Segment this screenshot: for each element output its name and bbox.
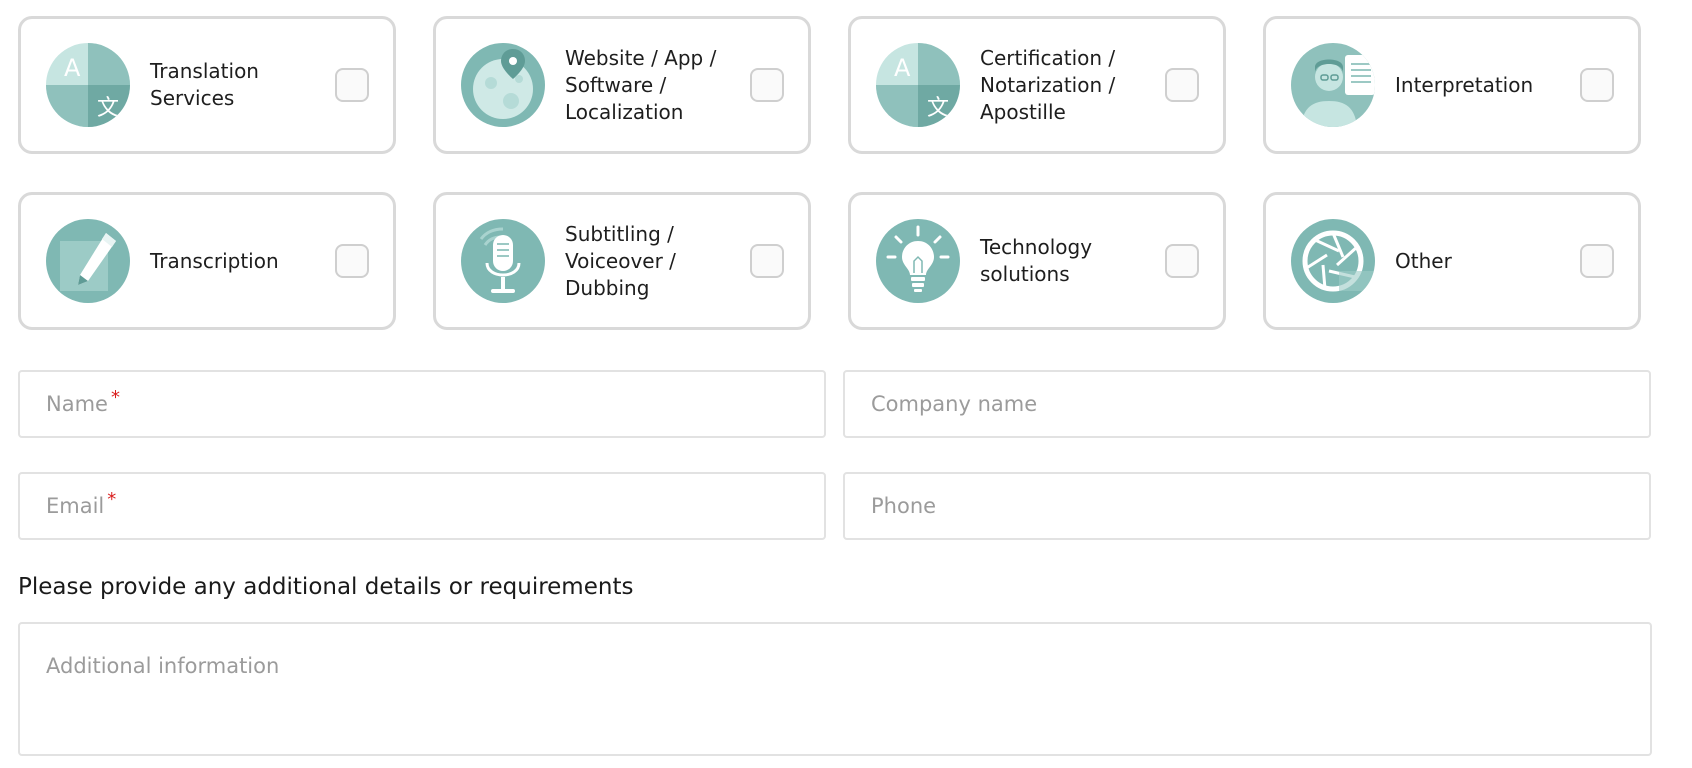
name-placeholder: Name — [46, 392, 108, 416]
interpreter-icon — [1291, 43, 1375, 127]
email-placeholder: Email — [46, 494, 105, 518]
service-card-certification[interactable]: A 文 Certification / Notarization / Apost… — [848, 16, 1226, 154]
svg-text:A: A — [64, 54, 81, 82]
service-card-subtitling[interactable]: Subtitling / Voiceover / Dubbing — [433, 192, 811, 330]
service-checkbox-subtitling[interactable] — [750, 244, 784, 278]
name-field[interactable]: Name * — [18, 370, 826, 438]
service-card-transcription[interactable]: Transcription — [18, 192, 396, 330]
email-field[interactable]: Email * — [18, 472, 826, 540]
service-checkbox-other[interactable] — [1580, 244, 1614, 278]
service-card-translation[interactable]: A 文 Translation Services — [18, 16, 396, 154]
service-checkbox-localization[interactable] — [750, 68, 784, 102]
service-label: Website / App / Software / Localization — [565, 45, 717, 124]
certification-icon: A 文 — [876, 43, 960, 127]
service-card-interpretation[interactable]: Interpretation — [1263, 16, 1641, 154]
service-checkbox-transcription[interactable] — [335, 244, 369, 278]
aperture-icon — [1291, 219, 1375, 303]
pen-icon — [46, 219, 130, 303]
service-checkbox-translation[interactable] — [335, 68, 369, 102]
service-checkbox-interpretation[interactable] — [1580, 68, 1614, 102]
service-card-technology[interactable]: Technology solutions — [848, 192, 1226, 330]
phone-field[interactable]: Phone — [843, 472, 1651, 540]
service-card-localization[interactable]: Website / App / Software / Localization — [433, 16, 811, 154]
service-checkbox-technology[interactable] — [1165, 244, 1199, 278]
service-label: Other — [1395, 248, 1452, 273]
quote-request-form: A 文 Translation Services Website / App /… — [0, 0, 1692, 768]
service-card-other[interactable]: Other — [1263, 192, 1641, 330]
svg-text:文: 文 — [97, 96, 119, 121]
microphone-icon — [461, 219, 545, 303]
service-label: Transcription — [150, 248, 279, 273]
service-checkbox-certification[interactable] — [1165, 68, 1199, 102]
service-label: Technology solutions — [980, 235, 1093, 286]
phone-placeholder: Phone — [871, 494, 937, 518]
required-mark: * — [107, 488, 117, 510]
required-mark: * — [110, 386, 120, 408]
globe-pin-icon — [461, 43, 545, 127]
service-options: A 文 Translation Services Website / App /… — [18, 16, 1641, 330]
lightbulb-icon — [876, 219, 960, 303]
service-label: Interpretation — [1395, 72, 1534, 97]
service-label: Certification / Notarization / Apostille — [980, 45, 1116, 124]
service-label: Translation Services — [150, 59, 259, 110]
company-name-placeholder: Company name — [871, 392, 1038, 416]
svg-text:A: A — [894, 54, 911, 82]
svg-text:文: 文 — [927, 96, 949, 121]
details-label: Please provide any additional details or… — [18, 574, 634, 600]
company-name-field[interactable]: Company name — [843, 370, 1651, 438]
additional-information-placeholder: Additional information — [46, 654, 280, 678]
additional-information-textarea[interactable]: Additional information — [18, 622, 1652, 756]
translation-icon: A 文 — [46, 43, 130, 127]
service-label: Subtitling / Voiceover / Dubbing — [565, 221, 676, 300]
